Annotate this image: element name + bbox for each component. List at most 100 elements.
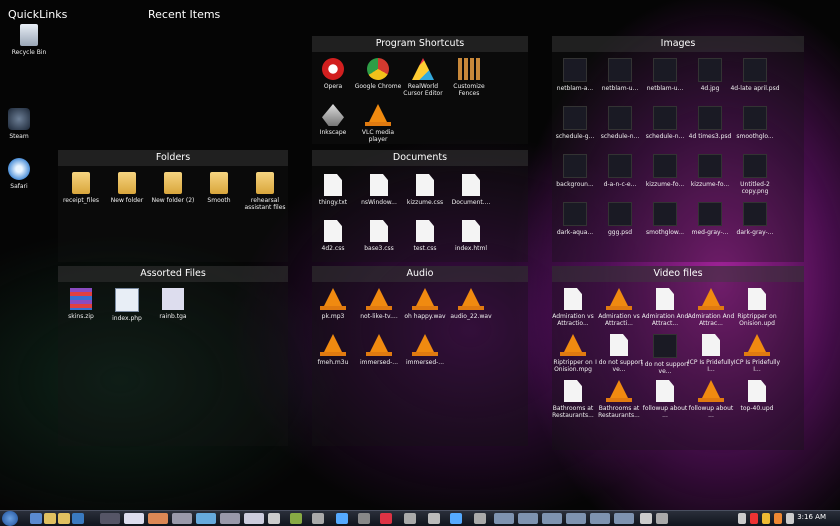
document-file[interactable]: kizzume.css	[400, 174, 450, 206]
image-file[interactable]: ggg.psd	[595, 202, 645, 236]
audio-file[interactable]: audio_22.wav	[446, 288, 496, 320]
document-file[interactable]: base3.css	[354, 220, 404, 252]
image-file[interactable]: netblam-u...	[595, 58, 645, 92]
taskbar-button[interactable]	[148, 513, 168, 524]
tray-icon[interactable]	[750, 513, 758, 524]
shortcut-chrome[interactable]: Google Chrome	[353, 58, 403, 90]
image-file[interactable]: dark-gray-...	[730, 202, 780, 236]
image-file[interactable]: smoothglo...	[730, 106, 780, 140]
document-file[interactable]: test.css	[400, 220, 450, 252]
video-file[interactable]: Admiration vs Attracti...	[594, 288, 644, 327]
image-file[interactable]: dark-aqua...	[550, 202, 600, 236]
quick-launch-icon[interactable]	[30, 513, 42, 524]
document-file[interactable]: thingy.txt	[308, 174, 358, 206]
video-file[interactable]: Riptripper on Onision.mpg	[548, 334, 598, 373]
image-file[interactable]: schedule-n...	[640, 106, 690, 140]
video-file[interactable]: followup about ...	[640, 380, 690, 419]
video-file[interactable]: Admiration And Attract...	[640, 288, 690, 327]
taskbar-button[interactable]	[244, 513, 264, 524]
tray-app-icon[interactable]	[474, 513, 486, 524]
image-file[interactable]: kizzume-fo...	[640, 154, 690, 188]
assorted-file[interactable]: index.php	[102, 288, 152, 322]
folder-item[interactable]: Smooth	[194, 172, 244, 204]
document-file[interactable]: index.html	[446, 220, 496, 252]
tray-icon[interactable]	[738, 513, 746, 524]
shortcut-realworld[interactable]: RealWorld Cursor Editor	[398, 58, 448, 97]
audio-file[interactable]: not-like-tv....	[354, 288, 404, 320]
document-file[interactable]: 4d2.css	[308, 220, 358, 252]
image-file[interactable]: backgroun...	[550, 154, 600, 188]
document-file[interactable]: nsWindow...	[354, 174, 404, 206]
video-file[interactable]: ICP Is Pridefully I...	[732, 334, 782, 373]
video-file[interactable]: Bathrooms at Restaurants...	[548, 380, 598, 419]
tray-app-icon[interactable]	[450, 513, 462, 524]
taskbar-button[interactable]	[494, 513, 514, 524]
tray-app-icon[interactable]	[336, 513, 348, 524]
image-file[interactable]: netblam-u...	[640, 58, 690, 92]
image-file[interactable]: 4d times3.psd	[685, 106, 735, 140]
start-button[interactable]	[2, 511, 18, 526]
shortcut-customize-fences[interactable]: Customize Fences	[444, 58, 494, 97]
taskbar-clock[interactable]: 3:16 AM	[797, 513, 826, 521]
tray-app-icon[interactable]	[312, 513, 324, 524]
volume-icon[interactable]	[786, 513, 794, 524]
tray-icon[interactable]	[774, 513, 782, 524]
taskbar-button[interactable]	[220, 513, 240, 524]
audio-file[interactable]: oh happy.wav	[400, 288, 450, 320]
video-file[interactable]: Riptripper on Onision.upd	[732, 288, 782, 327]
assorted-file[interactable]: rainb.tga	[148, 288, 198, 320]
image-file[interactable]: med-gray-...	[685, 202, 735, 236]
document-file[interactable]: Document....	[446, 174, 496, 206]
image-file[interactable]: netblam-a...	[550, 58, 600, 92]
assorted-file[interactable]: skins.zip	[56, 288, 106, 320]
taskbar-button[interactable]	[542, 513, 562, 524]
tray-app-icon[interactable]	[428, 513, 440, 524]
image-file[interactable]: d-a-n-c-e...	[595, 154, 645, 188]
taskbar-button[interactable]	[100, 513, 120, 524]
desktop-icon-steam[interactable]: Steam	[0, 108, 44, 140]
desktop-icon-recycle-bin[interactable]: Recycle Bin	[4, 24, 54, 56]
audio-file[interactable]: immersed-...	[400, 334, 450, 366]
tray-app-icon[interactable]	[268, 513, 280, 524]
image-file[interactable]: 4d-late april.psd	[730, 58, 780, 92]
image-file[interactable]: schedule-n...	[595, 106, 645, 140]
quick-launch-icon[interactable]	[44, 513, 56, 524]
quick-launch-icon[interactable]	[72, 513, 84, 524]
desktop-icon-safari[interactable]: Safari	[0, 158, 44, 190]
quick-launch-icon[interactable]	[58, 513, 70, 524]
tray-app-icon[interactable]	[656, 513, 668, 524]
tray-app-icon[interactable]	[358, 513, 370, 524]
shortcut-opera[interactable]: Opera	[308, 58, 358, 90]
shortcut-vlc[interactable]: VLC media player	[353, 104, 403, 143]
video-file[interactable]: Admiration And Attrac...	[686, 288, 736, 327]
video-file[interactable]: top-40.upd	[732, 380, 782, 412]
video-file[interactable]: ICP Is Pridefully I...	[686, 334, 736, 373]
audio-file[interactable]: fmeh.m3u	[308, 334, 358, 366]
tray-icon[interactable]	[762, 513, 770, 524]
folder-item[interactable]: New folder	[102, 172, 152, 204]
video-file[interactable]: Admiration vs Attractio...	[548, 288, 598, 327]
image-file[interactable]: schedule-g...	[550, 106, 600, 140]
video-file[interactable]: followup about ...	[686, 380, 736, 419]
tray-app-icon[interactable]	[404, 513, 416, 524]
taskbar-button[interactable]	[590, 513, 610, 524]
audio-file[interactable]: pk.mp3	[308, 288, 358, 320]
taskbar-button[interactable]	[566, 513, 586, 524]
taskbar-button[interactable]	[124, 513, 144, 524]
folder-item[interactable]: New folder (2)	[148, 172, 198, 204]
video-file[interactable]: I do not support ve...	[640, 334, 690, 375]
taskbar-button[interactable]	[172, 513, 192, 524]
image-file[interactable]: kizzume-fo...	[685, 154, 735, 188]
taskbar-button[interactable]	[518, 513, 538, 524]
taskbar-button[interactable]	[614, 513, 634, 524]
video-file[interactable]: I do not support ve...	[594, 334, 644, 373]
image-file[interactable]: Untitled-2 copy.png	[730, 154, 780, 195]
folder-item[interactable]: rehearsal assistant files	[240, 172, 290, 211]
shortcut-inkscape[interactable]: Inkscape	[308, 104, 358, 136]
image-file[interactable]: smothglow...	[640, 202, 690, 236]
tray-app-icon[interactable]	[290, 513, 302, 524]
taskbar-button[interactable]	[196, 513, 216, 524]
audio-file[interactable]: immersed-...	[354, 334, 404, 366]
image-file[interactable]: 4d.jpg	[685, 58, 735, 92]
video-file[interactable]: Bathrooms at Restaurants...	[594, 380, 644, 419]
